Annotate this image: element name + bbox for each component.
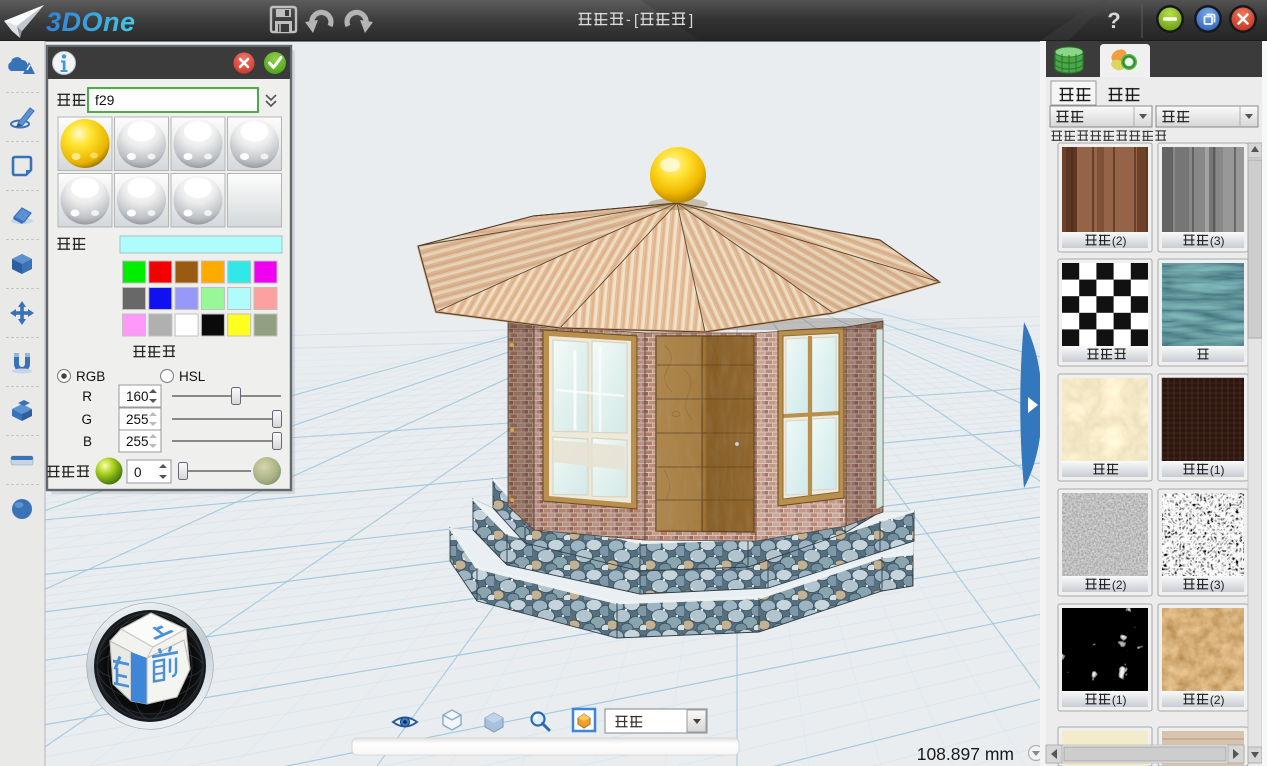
svg-text:(3): (3) bbox=[1210, 234, 1225, 248]
svg-text:RGB: RGB bbox=[76, 369, 105, 384]
svg-text:108.897 mm: 108.897 mm bbox=[917, 744, 1014, 764]
svg-text:(2): (2) bbox=[1210, 693, 1225, 707]
svg-text:?: ? bbox=[1107, 8, 1120, 33]
svg-text:(2): (2) bbox=[1112, 578, 1127, 592]
svg-text:]: ] bbox=[689, 12, 693, 29]
svg-text:0: 0 bbox=[134, 465, 142, 480]
svg-text:R: R bbox=[82, 389, 92, 404]
svg-text:255: 255 bbox=[126, 412, 149, 427]
svg-text:f29: f29 bbox=[95, 92, 115, 108]
svg-text:HSL: HSL bbox=[179, 369, 206, 384]
svg-text:B: B bbox=[83, 434, 92, 449]
svg-text:G: G bbox=[81, 412, 92, 427]
svg-text:(1): (1) bbox=[1112, 693, 1127, 707]
svg-text:255: 255 bbox=[126, 434, 149, 449]
svg-text:-: - bbox=[626, 11, 631, 27]
svg-text:(2): (2) bbox=[1112, 234, 1127, 248]
svg-text:160: 160 bbox=[126, 389, 149, 404]
svg-text:(3): (3) bbox=[1210, 578, 1225, 592]
svg-text:3DOne: 3DOne bbox=[46, 7, 136, 37]
svg-text:(1): (1) bbox=[1210, 463, 1225, 477]
